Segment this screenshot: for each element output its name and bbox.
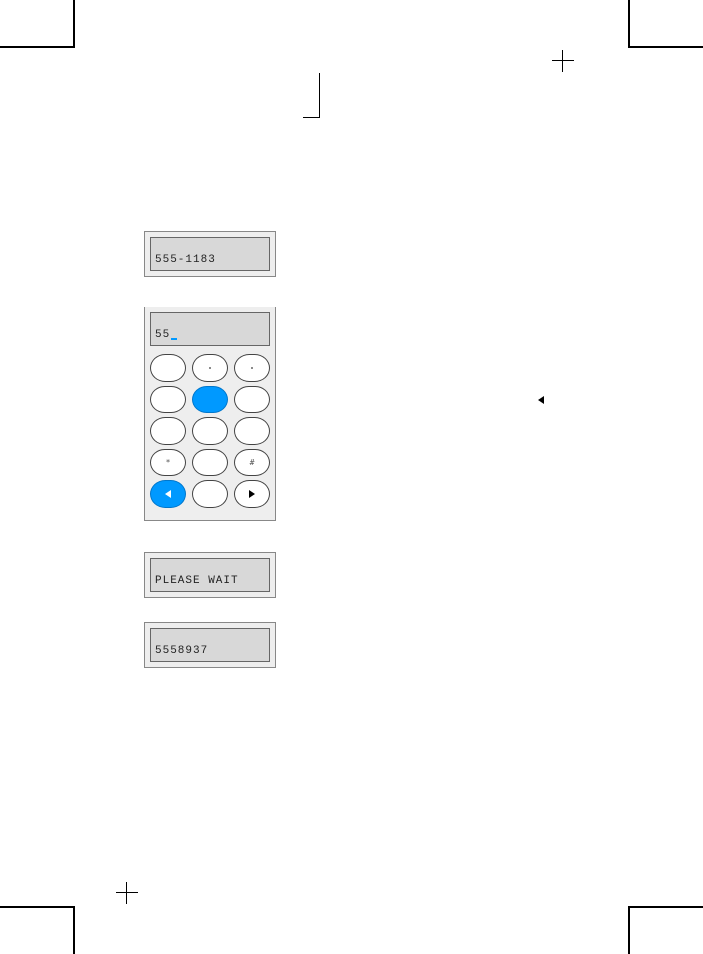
lcd-display-3: PLEASE WAIT <box>144 552 276 598</box>
hash-icon: # <box>250 458 255 467</box>
crop-mark <box>0 46 75 48</box>
crop-mark <box>628 906 703 908</box>
key-7[interactable] <box>150 417 186 445</box>
key-2[interactable] <box>192 354 228 382</box>
lcd-text: 555-1183 <box>155 254 216 266</box>
registration-mark-icon <box>116 882 138 904</box>
nav-right-button[interactable] <box>234 480 270 508</box>
lcd-screen: 5558937 <box>150 628 270 662</box>
lcd-screen: 555-1183 <box>150 237 270 271</box>
lcd-text: 55 <box>155 329 170 341</box>
crop-mark <box>628 906 630 954</box>
lcd-display-4: 5558937 <box>144 622 276 668</box>
star-icon: * <box>166 458 171 467</box>
lcd-display-1: 555-1183 <box>144 231 276 277</box>
lcd-screen: PLEASE WAIT <box>150 558 270 592</box>
crop-mark <box>73 906 75 954</box>
key-1[interactable] <box>150 354 186 382</box>
key-5[interactable] <box>192 386 228 414</box>
key-8[interactable] <box>192 417 228 445</box>
crop-mark <box>73 0 75 48</box>
cursor-icon <box>171 338 177 340</box>
lcd-screen: 55 <box>150 312 270 346</box>
key-3[interactable] <box>234 354 270 382</box>
registration-mark-icon <box>552 50 574 72</box>
key-6[interactable] <box>234 386 270 414</box>
key-4[interactable] <box>150 386 186 414</box>
triangle-left-icon <box>165 490 171 498</box>
triangle-right-icon <box>249 490 255 498</box>
fold-mark <box>319 73 320 118</box>
nav-left-button[interactable] <box>150 480 186 508</box>
crop-mark <box>628 46 703 48</box>
phone-illustration: 55 * # <box>144 307 276 521</box>
crop-mark <box>628 0 630 48</box>
side-arrow-icon <box>538 396 544 404</box>
crop-mark <box>0 906 75 908</box>
keypad: * # <box>150 354 270 508</box>
key-star[interactable]: * <box>150 449 186 477</box>
nav-center-button[interactable] <box>192 480 228 508</box>
key-9[interactable] <box>234 417 270 445</box>
fold-mark <box>303 117 319 118</box>
key-0[interactable] <box>192 449 228 477</box>
lcd-text: 5558937 <box>155 645 208 657</box>
lcd-text: PLEASE WAIT <box>155 575 239 587</box>
key-hash[interactable]: # <box>234 449 270 477</box>
